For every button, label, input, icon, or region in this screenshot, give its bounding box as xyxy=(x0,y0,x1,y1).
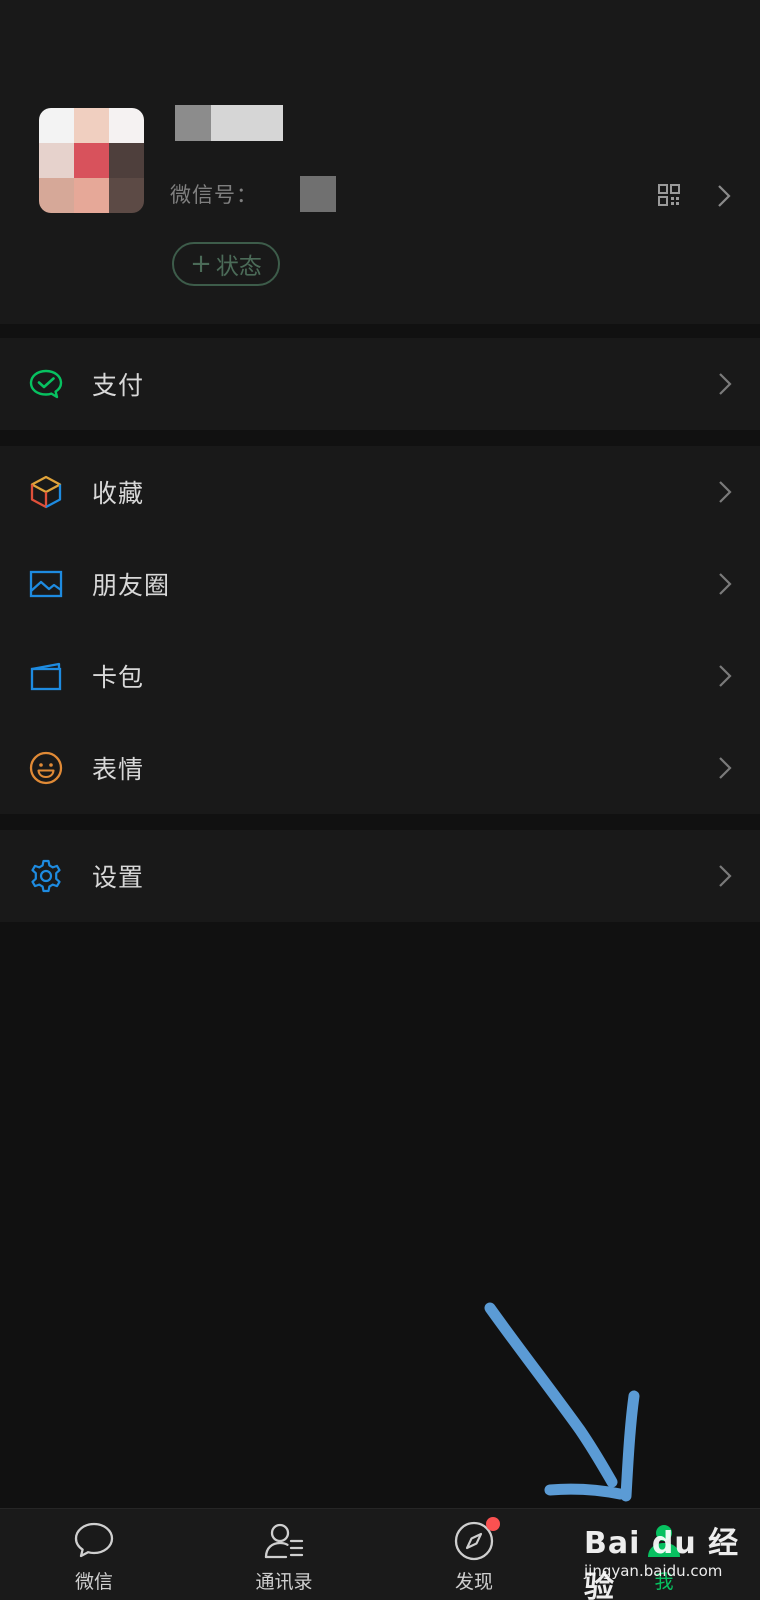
watermark-brand: Bai du 经验 xyxy=(584,1526,740,1600)
wechat-pay-icon xyxy=(29,369,63,399)
chevron-right-icon[interactable] xyxy=(717,184,731,208)
menu-item-favorites[interactable]: 收藏 xyxy=(0,446,760,538)
baidu-watermark: Bai du 经验 jingyan.baidu.com xyxy=(584,1510,754,1600)
nickname-blurred xyxy=(175,105,283,141)
annotation-arrow-icon xyxy=(484,1302,640,1502)
chevron-right-icon xyxy=(719,373,732,395)
menu-label-favorites: 收藏 xyxy=(92,479,145,508)
menu-group-settings: 设置 xyxy=(0,830,760,922)
discover-icon-wrap xyxy=(452,1517,500,1563)
menu-item-cards[interactable]: 卡包 xyxy=(0,630,760,722)
menu-label-stickers: 表情 xyxy=(92,755,145,784)
chevron-right-icon xyxy=(719,665,732,687)
menu-label-cards: 卡包 xyxy=(92,663,145,692)
qr-code-icon[interactable] xyxy=(658,184,680,206)
tab-contacts[interactable]: 通讯录 xyxy=(224,1509,344,1600)
wechat-id-row: 微信号： xyxy=(170,176,336,212)
wechat-id-blurred xyxy=(300,176,336,212)
chevron-right-icon xyxy=(719,481,732,503)
avatar[interactable] xyxy=(39,108,144,213)
menu-item-stickers[interactable]: 表情 xyxy=(0,722,760,814)
menu-group-main: 收藏 朋友圈 卡包 表情 xyxy=(0,446,760,814)
tab-label-contacts: 通讯录 xyxy=(255,1571,313,1593)
wechat-id-label: 微信号： xyxy=(170,183,258,207)
tab-label-discover: 发现 xyxy=(454,1571,493,1593)
tab-chats[interactable]: 微信 xyxy=(34,1509,154,1600)
menu-group-pay: 支付 xyxy=(0,338,760,430)
menu-item-moments[interactable]: 朋友圈 xyxy=(0,538,760,630)
cube-icon xyxy=(30,475,62,509)
chevron-right-icon xyxy=(719,865,732,887)
tab-discover[interactable]: 发现 xyxy=(414,1509,534,1600)
chat-bubble-icon xyxy=(74,1522,114,1558)
smile-icon xyxy=(29,751,63,785)
image-icon xyxy=(29,570,63,598)
menu-label-settings: 设置 xyxy=(92,863,145,892)
wallet-icon xyxy=(30,662,62,691)
add-status-button[interactable]: + 状态 xyxy=(172,242,280,286)
status-button-label: 状态 xyxy=(215,254,262,280)
watermark-url: jingyan.baidu.com xyxy=(584,1562,723,1580)
menu-label-moments: 朋友圈 xyxy=(92,571,171,600)
gear-icon xyxy=(31,859,61,893)
contacts-icon xyxy=(264,1523,304,1559)
profile-header[interactable]: 微信号： + 状态 xyxy=(0,0,760,324)
menu-item-pay[interactable]: 支付 xyxy=(0,338,760,430)
menu-item-settings[interactable]: 设置 xyxy=(0,830,760,922)
menu-label-pay: 支付 xyxy=(92,371,145,400)
tab-label-chats: 微信 xyxy=(74,1571,113,1593)
plus-icon: + xyxy=(190,249,212,279)
chevron-right-icon xyxy=(719,573,732,595)
chevron-right-icon xyxy=(719,757,732,779)
